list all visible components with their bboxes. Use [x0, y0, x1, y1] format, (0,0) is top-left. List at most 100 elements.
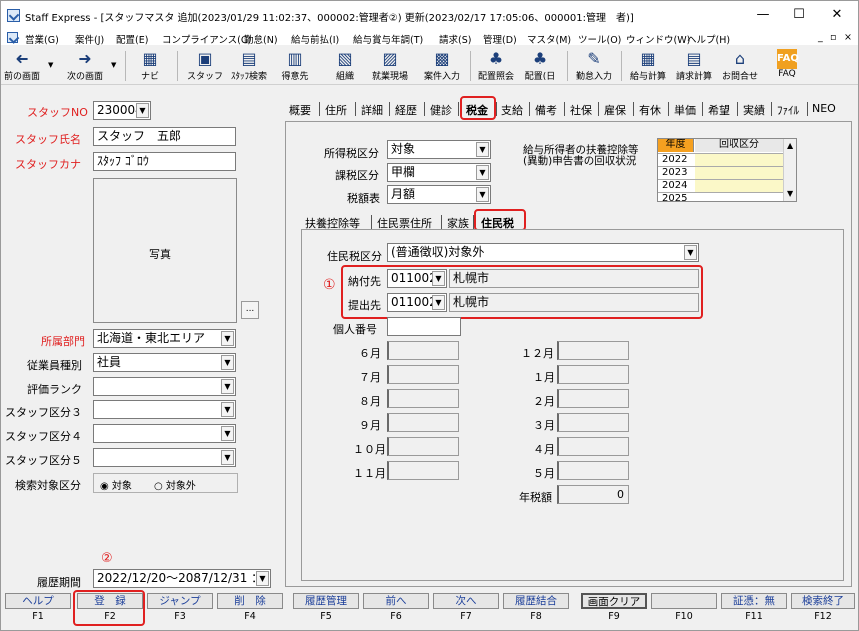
- kbn5-select[interactable]: ▼: [93, 448, 236, 467]
- menu-compliance[interactable]: コンプライアンス(C): [162, 32, 251, 46]
- menu-window[interactable]: ウィンドウ(W): [626, 32, 690, 46]
- chevron-down-icon[interactable]: ▼: [221, 402, 234, 417]
- period-select[interactable]: 2022/12/20～2087/12/31 ： ▼: [93, 569, 271, 588]
- month-may-field[interactable]: [557, 461, 629, 480]
- month-feb-field[interactable]: [557, 389, 629, 408]
- menu-payroll[interactable]: 給与賞与年調(T): [353, 32, 423, 46]
- month-sep-field[interactable]: [387, 413, 459, 432]
- f10-button[interactable]: [651, 593, 717, 609]
- staff-no-field[interactable]: 230004 ▼: [93, 101, 151, 120]
- placement-day-button[interactable]: ♣ 配置(日: [520, 49, 560, 83]
- tab-career[interactable]: 経歴: [395, 102, 417, 118]
- maximize-button[interactable]: ☐: [789, 7, 809, 22]
- menu-sales[interactable]: 営業(G): [25, 32, 59, 46]
- tab-detail[interactable]: 詳細: [361, 102, 383, 118]
- history-merge-button[interactable]: 履歴結合: [503, 593, 569, 609]
- tab-social-insurance[interactable]: 社保: [570, 102, 592, 118]
- chevron-down-icon[interactable]: ▼: [221, 355, 234, 370]
- tab-neo[interactable]: NEO: [812, 102, 836, 115]
- jumin-kubun-select[interactable]: (普通徴収)対象外 ▼: [387, 243, 699, 262]
- staff-button[interactable]: ▣ スタッフ: [185, 49, 225, 83]
- menu-advance[interactable]: 給与前払(I): [291, 32, 339, 46]
- menu-billing[interactable]: 請求(S): [439, 32, 471, 46]
- menu-help[interactable]: ヘルプ(H): [687, 32, 730, 46]
- month-dec-field[interactable]: [557, 341, 629, 360]
- chevron-down-icon[interactable]: ▼: [476, 142, 489, 157]
- prev-dropdown-icon[interactable]: ▼: [48, 61, 53, 69]
- chevron-down-icon[interactable]: ▼: [221, 331, 234, 346]
- emp-type-select[interactable]: 社員 ▼: [93, 353, 236, 372]
- chevron-down-icon[interactable]: ▼: [787, 189, 793, 198]
- chevron-down-icon[interactable]: ▼: [476, 187, 489, 202]
- fuyo-scrollbar[interactable]: ▲ ▼: [783, 139, 796, 201]
- tab-payment[interactable]: 支給: [501, 102, 523, 118]
- radio-target[interactable]: ◉ 対象: [100, 477, 132, 492]
- month-oct-field[interactable]: [387, 437, 459, 456]
- evidence-button[interactable]: 証憑：無: [721, 593, 787, 609]
- dept-select[interactable]: 北海道・東北エリア ▼: [93, 329, 236, 348]
- staff-name-field[interactable]: スタッフ 五郎: [93, 127, 236, 146]
- kbn3-select[interactable]: ▼: [93, 400, 236, 419]
- month-nov-field[interactable]: [387, 461, 459, 480]
- rank-select[interactable]: ▼: [93, 377, 236, 396]
- mdi-minimize-button[interactable]: _: [818, 32, 823, 43]
- help-button[interactable]: ヘルプ: [5, 593, 71, 609]
- tab-overview[interactable]: 概要: [289, 102, 311, 118]
- next-screen-button[interactable]: ➜ 次の画面: [61, 49, 109, 83]
- next-dropdown-icon[interactable]: ▼: [111, 61, 116, 69]
- staff-search-button[interactable]: ▤ ｽﾀｯﾌ検索: [227, 49, 271, 83]
- chevron-down-icon[interactable]: ▼: [221, 379, 234, 394]
- menu-placement[interactable]: 配置(E): [116, 32, 148, 46]
- inquiry-button[interactable]: ⌂ お問合せ: [717, 49, 763, 83]
- faq-button[interactable]: FAQ FAQ: [769, 49, 805, 83]
- payroll-calc-button[interactable]: ▦ 給与計算: [625, 49, 671, 83]
- table-row[interactable]: 2022: [658, 153, 783, 166]
- attendance-input-button[interactable]: ✎ 勤怠入力: [571, 49, 617, 83]
- tab-employment-insurance[interactable]: 雇保: [604, 102, 626, 118]
- month-jul-field[interactable]: [387, 365, 459, 384]
- prev-button[interactable]: 前へ: [363, 593, 429, 609]
- chevron-down-icon[interactable]: ▼: [221, 450, 234, 465]
- org-button[interactable]: ▧ 組織: [325, 49, 365, 83]
- tab-file[interactable]: ﾌｧｲﾙ: [777, 102, 799, 118]
- mdi-restore-button[interactable]: ▫: [830, 32, 836, 43]
- kbn4-select[interactable]: ▼: [93, 424, 236, 443]
- prev-screen-button[interactable]: ➜ 前の画面: [3, 49, 41, 83]
- tab-unit-price[interactable]: 単価: [674, 102, 696, 118]
- tab-remarks[interactable]: 備考: [535, 102, 557, 118]
- chevron-down-icon[interactable]: ▼: [684, 245, 697, 260]
- menu-tools[interactable]: ツール(O): [578, 32, 621, 46]
- case-input-button[interactable]: ▩ 案件入力: [419, 49, 465, 83]
- photo-browse-button[interactable]: ...: [241, 301, 259, 319]
- chevron-up-icon[interactable]: ▲: [787, 141, 793, 150]
- history-manage-button[interactable]: 履歴管理: [293, 593, 359, 609]
- month-jun-field[interactable]: [387, 341, 459, 360]
- menu-admin[interactable]: 管理(D): [483, 32, 517, 46]
- menu-master[interactable]: マスタ(M): [527, 32, 571, 46]
- tab-wishes[interactable]: 希望: [708, 102, 730, 118]
- close-button[interactable]: ✕: [827, 7, 847, 22]
- delete-button[interactable]: 削 除: [217, 593, 283, 609]
- chevron-down-icon[interactable]: ▼: [476, 165, 489, 180]
- month-apr-field[interactable]: [557, 437, 629, 456]
- month-aug-field[interactable]: [387, 389, 459, 408]
- billing-calc-button[interactable]: ▤ 請求計算: [671, 49, 717, 83]
- month-jan-field[interactable]: [557, 365, 629, 384]
- search-end-button[interactable]: 検索終了: [791, 593, 855, 609]
- menu-attendance[interactable]: 勤怠(N): [244, 32, 278, 46]
- mdi-close-button[interactable]: ×: [844, 32, 852, 43]
- tab-results[interactable]: 実績: [743, 102, 765, 118]
- chevron-down-icon[interactable]: ▼: [136, 103, 149, 118]
- customer-button[interactable]: ▥ 得意先: [275, 49, 315, 83]
- staff-kana-field[interactable]: ｽﾀｯﾌ ｺﾞﾛｳ: [93, 152, 236, 171]
- workplace-button[interactable]: ▨ 就業現場: [367, 49, 413, 83]
- menu-case[interactable]: 案件(J): [75, 32, 104, 46]
- kazei-select[interactable]: 甲欄 ▼: [387, 163, 491, 182]
- placement-query-button[interactable]: ♣ 配置照会: [474, 49, 518, 83]
- shotoku-select[interactable]: 対象 ▼: [387, 140, 491, 159]
- clear-screen-button[interactable]: 画面クリア: [581, 593, 647, 609]
- next-button[interactable]: 次へ: [433, 593, 499, 609]
- minimize-button[interactable]: —: [753, 7, 773, 22]
- tab-address[interactable]: 住所: [325, 102, 347, 118]
- tab-health[interactable]: 健診: [430, 102, 452, 118]
